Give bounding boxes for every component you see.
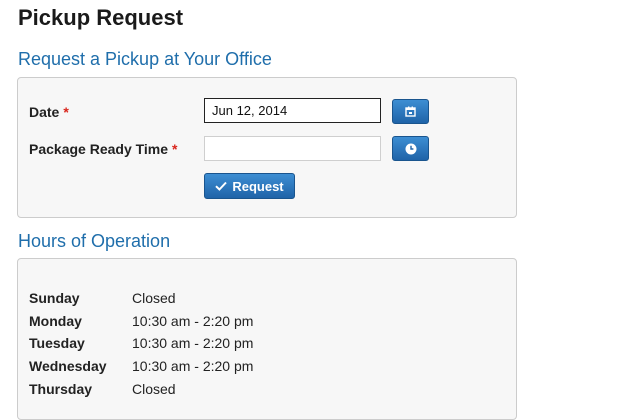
request-button[interactable]: Request bbox=[204, 173, 295, 199]
ready-time-required-marker: * bbox=[172, 141, 178, 157]
hours-section-title: Hours of Operation bbox=[18, 231, 171, 251]
pickup-form-panel: Date* Package Ready Time* bbox=[17, 77, 517, 218]
time-picker-button[interactable] bbox=[392, 136, 429, 161]
hours-day: Tuesday bbox=[29, 335, 85, 351]
hours-panel: Sunday Closed Monday 10:30 am - 2:20 pm … bbox=[17, 258, 517, 420]
clock-icon bbox=[405, 143, 417, 155]
date-label: Date * bbox=[29, 104, 69, 120]
calendar-button[interactable] bbox=[392, 99, 429, 124]
date-label-text: Date bbox=[29, 104, 60, 120]
ready-time-label-text: Package Ready Time bbox=[29, 141, 169, 157]
hours-day: Monday bbox=[29, 313, 82, 329]
hours-time: 10:30 am - 2:20 pm bbox=[132, 335, 254, 351]
request-button-label: Request bbox=[232, 178, 284, 194]
hours-time: 10:30 am - 2:20 pm bbox=[132, 313, 254, 329]
ready-time-input[interactable] bbox=[204, 136, 381, 161]
date-input[interactable] bbox=[204, 98, 381, 123]
hours-day: Wednesday bbox=[29, 358, 107, 374]
hours-day: Sunday bbox=[29, 290, 80, 306]
hours-time: Closed bbox=[132, 381, 176, 397]
hours-time: Closed bbox=[132, 290, 176, 306]
page-title: Pickup Request bbox=[18, 5, 184, 30]
hours-day: Thursday bbox=[29, 381, 93, 397]
check-icon bbox=[215, 179, 228, 194]
request-section-title: Request a Pickup at Your Office bbox=[18, 49, 272, 69]
date-required-marker: * bbox=[63, 104, 69, 120]
ready-time-label: Package Ready Time * bbox=[29, 141, 178, 157]
hours-time: 10:30 am - 2:20 pm bbox=[132, 358, 254, 374]
calendar-icon bbox=[405, 106, 416, 117]
